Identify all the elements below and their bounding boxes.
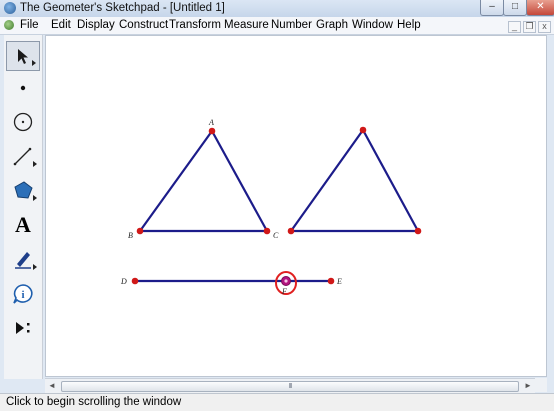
- point-e[interactable]: [327, 277, 335, 285]
- label-d[interactable]: D: [120, 277, 127, 286]
- straightedge-tool[interactable]: [6, 141, 40, 171]
- label-f[interactable]: F: [281, 287, 287, 296]
- triangle-abc[interactable]: [139, 130, 268, 233]
- scroll-right-icon[interactable]: ►: [521, 379, 535, 393]
- custom-tools-icon: [16, 322, 30, 334]
- triangle-copy[interactable]: [290, 129, 419, 233]
- menu-construct[interactable]: Construct: [119, 19, 168, 31]
- close-button[interactable]: ✕: [526, 0, 554, 16]
- polygon-icon: [14, 181, 33, 199]
- marker-icon: [15, 252, 31, 269]
- segment-ac[interactable]: [211, 130, 268, 232]
- sketch-canvas[interactable]: A B C D E F: [45, 35, 547, 377]
- text-A-icon: A: [15, 212, 31, 237]
- point-b[interactable]: [136, 227, 144, 235]
- segment-ab[interactable]: [139, 130, 213, 232]
- point-bottom-left[interactable]: [287, 227, 295, 235]
- point-icon: [20, 85, 26, 91]
- selection-arrow-tool[interactable]: [6, 41, 40, 71]
- svg-text:i: i: [21, 289, 24, 301]
- sketchpad-app-icon: [4, 2, 16, 14]
- scrollbar-corner: [535, 378, 547, 392]
- label-a[interactable]: A: [208, 118, 214, 127]
- info-icon: i: [13, 284, 33, 304]
- point-d[interactable]: [131, 277, 139, 285]
- status-text: Click to begin scrolling the window: [6, 396, 182, 408]
- menu-graph[interactable]: Graph: [316, 19, 348, 31]
- horizontal-scrollbar[interactable]: ◄ III ►: [45, 378, 535, 393]
- submenu-arrow-icon: [33, 264, 37, 270]
- point-top[interactable]: [359, 126, 367, 134]
- menu-help[interactable]: Help: [397, 19, 421, 31]
- document-icon[interactable]: [4, 20, 14, 30]
- maximize-button[interactable]: □: [503, 0, 527, 16]
- scroll-left-icon[interactable]: ◄: [45, 379, 59, 393]
- menu-window[interactable]: Window: [352, 19, 393, 31]
- label-c[interactable]: C: [273, 231, 279, 240]
- segment-right[interactable]: [362, 129, 419, 232]
- submenu-arrow-icon: [33, 161, 37, 167]
- marker-tool[interactable]: [6, 244, 40, 274]
- status-bar: Click to begin scrolling the window: [0, 393, 554, 411]
- custom-tool[interactable]: [6, 313, 40, 343]
- point-a[interactable]: [208, 127, 216, 135]
- label-e[interactable]: E: [336, 277, 342, 286]
- sketch-drawing[interactable]: A B C D E F: [46, 36, 546, 376]
- point-tool[interactable]: [6, 73, 40, 103]
- submenu-arrow-icon: [32, 60, 36, 66]
- menu-measure[interactable]: Measure: [224, 19, 269, 31]
- circle-icon: [13, 112, 33, 132]
- document-minimize-button[interactable]: _: [508, 21, 521, 33]
- menu-display[interactable]: Display: [77, 19, 115, 31]
- point-bottom-right[interactable]: [414, 227, 422, 235]
- label-b[interactable]: B: [128, 231, 133, 240]
- point-c[interactable]: [263, 227, 271, 235]
- menu-file[interactable]: File: [20, 19, 39, 31]
- segment-icon: [13, 147, 32, 166]
- text-tool[interactable]: A: [6, 210, 40, 240]
- menu-number[interactable]: Number: [271, 19, 312, 31]
- title-bar: The Geometer's Sketchpad - [Untitled 1] …: [0, 0, 554, 18]
- information-tool[interactable]: i: [6, 279, 40, 309]
- segment-left[interactable]: [290, 129, 364, 232]
- menu-bar: File Edit Display Construct Transform Me…: [0, 17, 554, 35]
- menu-edit[interactable]: Edit: [51, 19, 71, 31]
- scrollbar-thumb[interactable]: III: [61, 381, 519, 392]
- menu-transform[interactable]: Transform: [169, 19, 221, 31]
- submenu-arrow-icon: [33, 195, 37, 201]
- polygon-tool[interactable]: [6, 175, 40, 205]
- document-close-button[interactable]: x: [538, 21, 551, 33]
- window-title: The Geometer's Sketchpad - [Untitled 1]: [20, 2, 225, 14]
- document-restore-button[interactable]: ❐: [523, 21, 536, 33]
- minimize-button[interactable]: –: [480, 0, 504, 16]
- point-f-center: [284, 279, 288, 283]
- compass-tool[interactable]: [6, 107, 40, 137]
- toolbox: A i: [4, 35, 43, 379]
- arrow-icon: [18, 49, 28, 64]
